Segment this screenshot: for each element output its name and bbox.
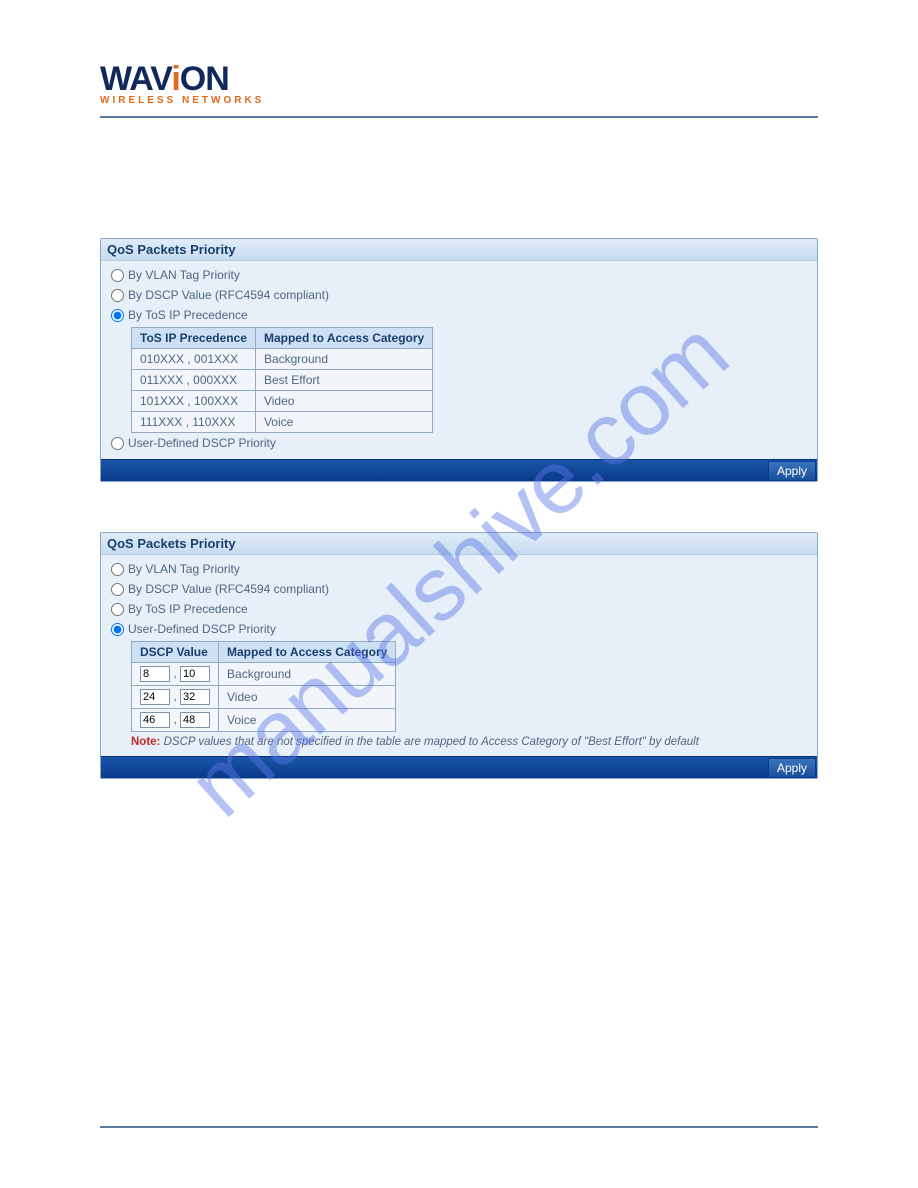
th-category: Mapped to Access Category: [219, 642, 396, 663]
radio-tos-precedence[interactable]: [111, 603, 124, 616]
radio-vlan-label: By VLAN Tag Priority: [128, 562, 240, 576]
radio-vlan-priority[interactable]: [111, 563, 124, 576]
table-row: , Video: [132, 686, 396, 709]
cat-cell: Video: [219, 686, 396, 709]
table-row: , Background: [132, 663, 396, 686]
radio-tos-label: By ToS IP Precedence: [128, 308, 248, 322]
dscp-input-a[interactable]: [140, 712, 170, 728]
dscp-inputs-cell: ,: [132, 686, 219, 709]
radio-dscp-label: By DSCP Value (RFC4594 compliant): [128, 288, 329, 302]
tos-precedence-table: ToS IP Precedence Mapped to Access Categ…: [131, 327, 433, 433]
tos-cell: 010XXX , 001XXX: [132, 349, 256, 370]
table-row: 010XXX , 001XXX Background: [132, 349, 433, 370]
panel-title: QoS Packets Priority: [101, 239, 817, 261]
cat-cell: Voice: [255, 412, 432, 433]
wavion-logo: WAViON WIRELESS NETWORKS: [100, 60, 818, 106]
dscp-note: Note: DSCP values that are not specified…: [131, 732, 807, 750]
note-label: Note:: [131, 736, 160, 748]
dscp-input-b[interactable]: [180, 712, 210, 728]
logo-subtitle: WIRELESS NETWORKS: [100, 95, 818, 106]
tos-cell: 011XXX , 000XXX: [132, 370, 256, 391]
radio-user-dscp[interactable]: [111, 623, 124, 636]
dscp-input-a[interactable]: [140, 666, 170, 682]
radio-dscp-label: By DSCP Value (RFC4594 compliant): [128, 582, 329, 596]
dscp-input-a[interactable]: [140, 689, 170, 705]
dscp-inputs-cell: ,: [132, 709, 219, 732]
logo-text-2: ON: [180, 60, 229, 98]
radio-vlan-priority[interactable]: [111, 269, 124, 282]
cat-cell: Background: [255, 349, 432, 370]
dscp-inputs-cell: ,: [132, 663, 219, 686]
dscp-input-b[interactable]: [180, 689, 210, 705]
table-row: 101XXX , 100XXX Video: [132, 391, 433, 412]
logo-text-i: i: [171, 60, 179, 98]
tos-cell: 111XXX , 110XXX: [132, 412, 256, 433]
radio-user-dscp[interactable]: [111, 437, 124, 450]
qos-panel-userdscp: QoS Packets Priority By VLAN Tag Priorit…: [100, 532, 818, 779]
apply-button[interactable]: Apply: [768, 758, 816, 778]
radio-tos-precedence[interactable]: [111, 309, 124, 322]
cat-cell: Background: [219, 663, 396, 686]
qos-panel-tos: QoS Packets Priority By VLAN Tag Priorit…: [100, 238, 818, 482]
th-tos: ToS IP Precedence: [132, 328, 256, 349]
table-row: 111XXX , 110XXX Voice: [132, 412, 433, 433]
logo-brand: WAViON: [100, 60, 818, 99]
radio-dscp-value[interactable]: [111, 289, 124, 302]
cat-cell: Voice: [219, 709, 396, 732]
radio-user-dscp-label: User-Defined DSCP Priority: [128, 622, 276, 636]
th-category: Mapped to Access Category: [255, 328, 432, 349]
radio-tos-label: By ToS IP Precedence: [128, 602, 248, 616]
cat-cell: Best Effort: [255, 370, 432, 391]
apply-button[interactable]: Apply: [768, 461, 816, 481]
logo-text-1: WAV: [100, 60, 171, 98]
radio-vlan-label: By VLAN Tag Priority: [128, 268, 240, 282]
dscp-input-b[interactable]: [180, 666, 210, 682]
dscp-user-table: DSCP Value Mapped to Access Category , B…: [131, 641, 396, 732]
table-row: 011XXX , 000XXX Best Effort: [132, 370, 433, 391]
cat-cell: Video: [255, 391, 432, 412]
footer-divider: [100, 1126, 818, 1128]
note-text: DSCP values that are not specified in th…: [164, 736, 699, 748]
header-divider: [100, 116, 818, 118]
radio-dscp-value[interactable]: [111, 583, 124, 596]
tos-cell: 101XXX , 100XXX: [132, 391, 256, 412]
panel-title: QoS Packets Priority: [101, 533, 817, 555]
table-row: , Voice: [132, 709, 396, 732]
th-dscp: DSCP Value: [132, 642, 219, 663]
radio-user-dscp-label: User-Defined DSCP Priority: [128, 436, 276, 450]
